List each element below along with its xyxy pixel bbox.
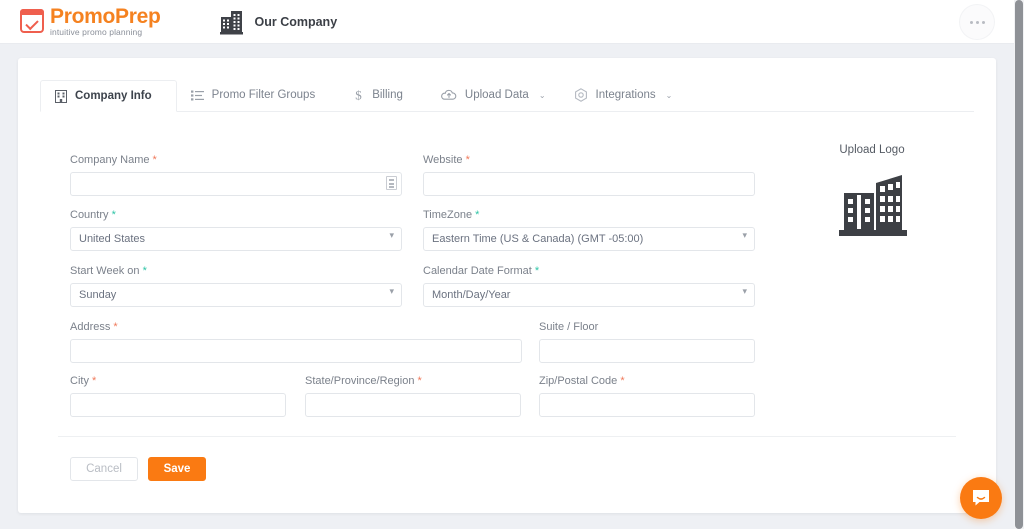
- field-group-start-week-on: Start Week on *: [70, 265, 402, 307]
- required-asterisk: *: [113, 321, 118, 333]
- suite-floor-input[interactable]: [539, 339, 755, 363]
- zip-postal-code-input[interactable]: [539, 393, 755, 417]
- company-name-input[interactable]: [70, 172, 402, 196]
- brand-tagline: intuitive promo planning: [50, 27, 143, 38]
- field-group-country: Country *: [70, 209, 402, 251]
- upload-logo-title: Upload Logo: [839, 144, 905, 156]
- required-asterisk: *: [465, 154, 470, 166]
- form-divider: [58, 436, 956, 437]
- calendar-date-format-select[interactable]: [423, 283, 755, 307]
- form-actions: Cancel Save: [70, 457, 206, 481]
- ellipsis-icon: [969, 20, 973, 24]
- field-group-zip-postal-code: Zip/Postal Code *: [539, 375, 755, 417]
- required-asterisk: *: [417, 375, 422, 387]
- upload-logo-dropzone[interactable]: [833, 168, 911, 240]
- field-group-website: Website *: [423, 154, 755, 196]
- website-label: Website *: [423, 154, 470, 166]
- hexagon-gear-icon: [574, 88, 588, 102]
- field-group-suite-floor: Suite / Floor: [539, 321, 755, 363]
- country-label: Country *: [70, 209, 116, 221]
- country-select[interactable]: [70, 227, 402, 251]
- required-asterisk: *: [142, 265, 147, 277]
- required-asterisk: *: [475, 209, 480, 221]
- tab-upload-data[interactable]: Upload Data ⌄: [427, 79, 560, 111]
- field-group-state-province-region: State/Province/Region *: [305, 375, 521, 417]
- suite-floor-label: Suite / Floor: [539, 321, 599, 333]
- website-input[interactable]: [423, 172, 755, 196]
- save-button[interactable]: Save: [148, 457, 206, 481]
- calendar-date-format-label: Calendar Date Format *: [423, 265, 540, 277]
- tab-label: Integrations: [595, 89, 656, 101]
- calendar-check-icon: [20, 9, 44, 34]
- chevron-down-icon: ⌄: [665, 90, 673, 100]
- page-scrollbar-thumb[interactable]: [1015, 0, 1023, 529]
- field-group-address: Address *: [70, 321, 522, 363]
- building-logo-icon: [834, 169, 910, 239]
- tab-company-info[interactable]: Company Info: [40, 80, 177, 112]
- field-group-company-name: Company Name *: [70, 154, 402, 196]
- chat-bubble-icon: [970, 487, 992, 509]
- cloud-upload-icon: [440, 89, 457, 101]
- tab-promo-filter-groups[interactable]: Promo Filter Groups: [177, 79, 340, 111]
- chevron-down-icon: ⌄: [538, 90, 546, 100]
- company-name-label: Company Name *: [70, 154, 157, 166]
- app-viewport: PromoPrep intuitive promo planning Our C…: [0, 0, 1024, 529]
- address-input[interactable]: [70, 339, 522, 363]
- settings-card: Company Info Promo Filter Groups $ Billi…: [18, 58, 996, 513]
- building-icon: [219, 9, 245, 35]
- top-bar: PromoPrep intuitive promo planning Our C…: [0, 0, 1014, 44]
- state-province-region-label: State/Province/Region *: [305, 375, 422, 387]
- address-label: Address *: [70, 321, 118, 333]
- svg-text:$: $: [355, 88, 362, 102]
- tab-label: Promo Filter Groups: [211, 89, 316, 101]
- company-name-label: Our Company: [254, 14, 338, 29]
- city-label: City *: [70, 375, 97, 387]
- zip-postal-code-label: Zip/Postal Code *: [539, 375, 625, 387]
- start-week-on-select[interactable]: [70, 283, 402, 307]
- overflow-menu-button[interactable]: [960, 5, 994, 39]
- settings-tabs: Company Info Promo Filter Groups $ Billi…: [40, 80, 974, 112]
- field-group-calendar-date-format: Calendar Date Format *: [423, 265, 755, 307]
- required-asterisk: *: [92, 375, 97, 387]
- tab-label: Billing: [372, 89, 403, 101]
- required-asterisk: *: [152, 154, 157, 166]
- timezone-select[interactable]: [423, 227, 755, 251]
- state-province-region-input[interactable]: [305, 393, 521, 417]
- brand-name: PromoPrep: [50, 5, 161, 29]
- start-week-on-label: Start Week on *: [70, 265, 147, 277]
- dollar-icon: $: [353, 88, 364, 102]
- timezone-label: TimeZone *: [423, 209, 480, 221]
- required-asterisk: *: [534, 265, 540, 277]
- city-input[interactable]: [70, 393, 286, 417]
- field-group-city: City *: [70, 375, 286, 417]
- list-icon: [190, 90, 204, 101]
- company-selector[interactable]: Our Company: [219, 9, 338, 35]
- required-asterisk: *: [111, 209, 116, 221]
- cancel-button[interactable]: Cancel: [70, 457, 138, 481]
- field-group-timezone: TimeZone *: [423, 209, 755, 251]
- tab-label: Company Info: [75, 90, 152, 102]
- building-icon: [55, 89, 67, 103]
- building-small-icon[interactable]: [386, 176, 397, 190]
- promoprep-logo[interactable]: PromoPrep intuitive promo planning: [20, 6, 161, 37]
- upload-logo-section: Upload Logo: [808, 144, 936, 240]
- tab-billing[interactable]: $ Billing: [339, 79, 427, 111]
- tab-integrations[interactable]: Integrations ⌄: [560, 79, 687, 111]
- required-asterisk: *: [620, 375, 625, 387]
- ellipsis-icon: [975, 20, 979, 24]
- tab-label: Upload Data: [464, 89, 529, 101]
- chat-launcher-button[interactable]: [960, 477, 1002, 519]
- ellipsis-icon: [981, 20, 985, 24]
- page-scrollbar-track[interactable]: [1014, 0, 1024, 529]
